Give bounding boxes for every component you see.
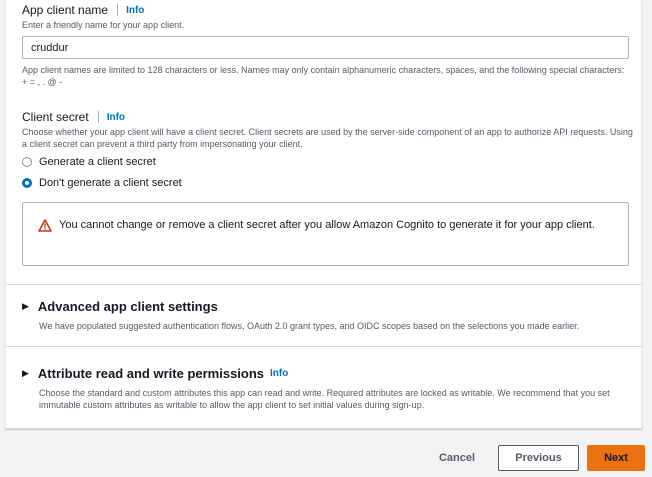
app-client-name-input[interactable] bbox=[22, 36, 629, 59]
attribute-permissions-info-link[interactable]: Info bbox=[270, 368, 288, 379]
app-client-name-description: Enter a friendly name for your app clien… bbox=[22, 20, 185, 30]
attribute-permissions-title[interactable]: Attribute read and write permissions bbox=[38, 366, 264, 381]
next-button[interactable]: Next bbox=[587, 445, 645, 471]
attribute-permissions-description: Choose the standard and custom attribute… bbox=[39, 388, 610, 410]
caret-right-icon: ▶ bbox=[22, 301, 29, 311]
app-client-panel: App client name Info Enter a friendly na… bbox=[5, 0, 643, 429]
client-secret-label-row: Client secret Info bbox=[22, 110, 125, 124]
client-secret-warning-alert: You cannot change or remove a client sec… bbox=[22, 202, 629, 266]
radio-generate-secret[interactable]: Generate a client secret bbox=[22, 156, 156, 168]
advanced-settings-description: We have populated suggested authenticati… bbox=[39, 321, 580, 331]
section-divider bbox=[6, 284, 643, 285]
app-client-name-label-row: App client name Info bbox=[22, 3, 144, 17]
cancel-button[interactable]: Cancel bbox=[427, 445, 487, 471]
client-secret-info-link[interactable]: Info bbox=[107, 112, 125, 123]
radio-button-unchecked[interactable] bbox=[22, 157, 32, 167]
client-secret-label: Client secret bbox=[22, 110, 89, 124]
previous-button[interactable]: Previous bbox=[498, 445, 579, 471]
app-client-name-info-link[interactable]: Info bbox=[126, 5, 144, 16]
label-divider bbox=[117, 4, 119, 16]
client-secret-warning-text: You cannot change or remove a client sec… bbox=[59, 219, 595, 231]
caret-right-icon[interactable]: ▶ bbox=[22, 368, 29, 379]
warning-triangle-icon bbox=[38, 219, 52, 232]
client-secret-description: Choose whether your app client will have… bbox=[22, 127, 633, 149]
app-client-name-constraint: App client names are limited to 128 char… bbox=[22, 65, 625, 87]
radio-button-checked[interactable] bbox=[22, 178, 32, 188]
radio-dont-generate-secret-label: Don't generate a client secret bbox=[39, 177, 182, 189]
radio-dont-generate-secret[interactable]: Don't generate a client secret bbox=[22, 177, 182, 189]
radio-generate-secret-label: Generate a client secret bbox=[39, 156, 156, 168]
section-divider bbox=[6, 346, 643, 347]
attribute-permissions-header: ▶ Attribute read and write permissions I… bbox=[22, 366, 288, 381]
app-client-name-label: App client name bbox=[22, 3, 109, 17]
label-divider bbox=[97, 111, 99, 123]
advanced-settings-expander[interactable]: ▶ Advanced app client settings bbox=[22, 299, 218, 314]
advanced-settings-title: Advanced app client settings bbox=[37, 299, 218, 314]
